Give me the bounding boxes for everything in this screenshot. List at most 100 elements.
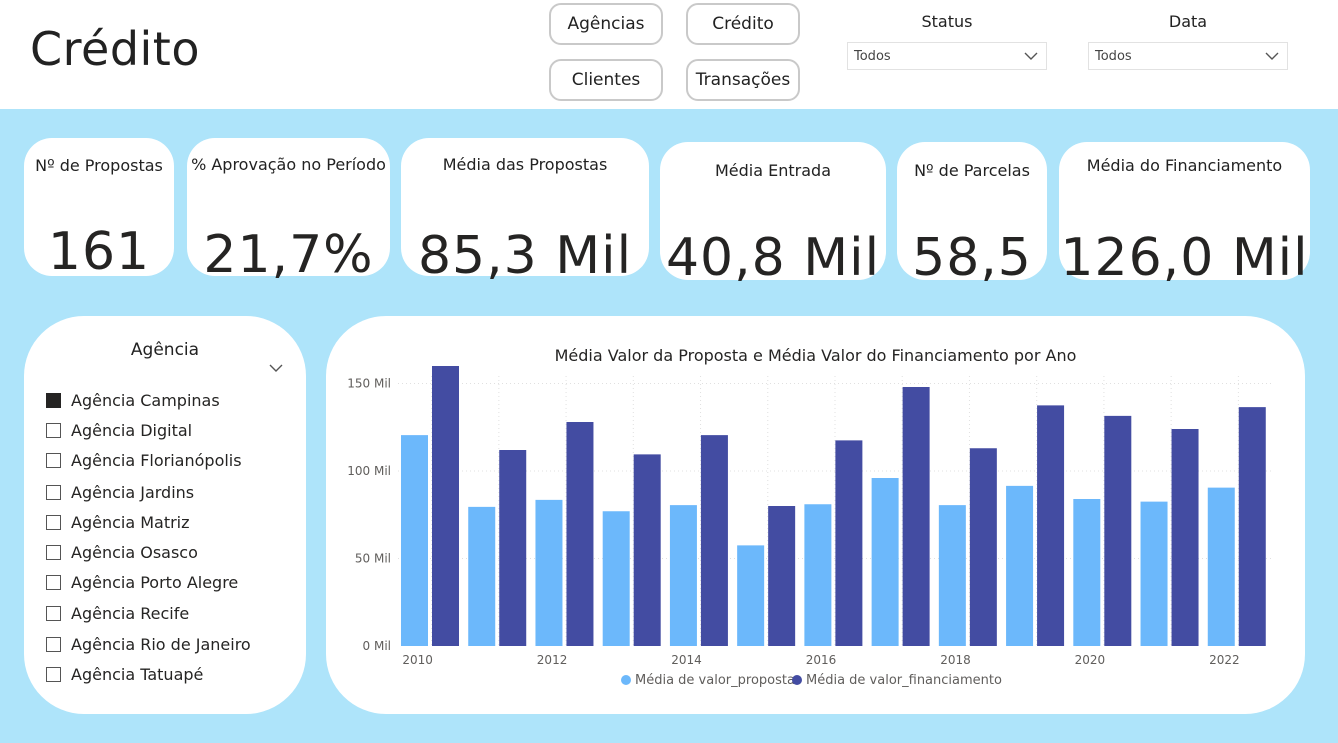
nav-button-transacoes[interactable]: Transações <box>686 59 800 101</box>
bar-proposta <box>804 504 832 646</box>
bar-proposta <box>871 478 899 646</box>
kpi-value: 40,8 Mil <box>665 228 881 288</box>
kpi-value: 85,3 Mil <box>417 226 633 286</box>
data-filter-label: Data <box>1168 12 1208 31</box>
bar-proposta <box>938 505 966 646</box>
x-tick-label: 2016 <box>806 653 837 667</box>
bar-financiamento <box>902 387 930 646</box>
agency-slicer-item[interactable]: Agência Jardins <box>46 480 194 504</box>
agency-slicer-item[interactable]: Agência Digital <box>46 418 192 442</box>
agency-slicer-item[interactable]: Agência Osasco <box>46 540 198 564</box>
bar-proposta <box>1140 501 1168 646</box>
legend-label: Média de valor_proposta <box>635 673 795 688</box>
kpi-label: Média das Propostas <box>442 155 608 174</box>
kpi-label: Nº de Propostas <box>35 156 163 175</box>
agency-slicer-item-label: Agência Jardins <box>71 482 195 502</box>
report-header: Crédito Agências Crédito Clientes Transa… <box>0 0 1338 109</box>
y-tick-label: 150 Mil <box>347 377 391 391</box>
kpi-card-propostas: Nº de Propostas 161 <box>24 138 174 282</box>
status-filter-value: Todos <box>854 49 891 64</box>
agency-slicer-item[interactable]: Agência Rio de Janeiro <box>46 632 251 656</box>
kpi-label: Nº de Parcelas <box>914 161 1030 180</box>
bar-financiamento <box>432 366 459 646</box>
data-filter-dropdown[interactable]: Todos <box>1088 42 1288 70</box>
data-filter-value: Todos <box>1095 49 1132 64</box>
agency-slicer-item[interactable]: Agência Matriz <box>46 510 190 534</box>
nav-button-clientes[interactable]: Clientes <box>549 59 663 101</box>
agency-slicer: Agência Agência Campinas Agência Digital A… <box>24 316 306 714</box>
bar-proposta <box>535 499 563 646</box>
status-filter-dropdown[interactable]: Todos <box>847 42 1047 70</box>
x-tick-label: 2018 <box>940 653 971 667</box>
checkbox[interactable] <box>46 452 61 468</box>
checkbox[interactable] <box>46 544 61 560</box>
kpi-card-parcelas: Nº de Parcelas 58,5 <box>897 142 1047 288</box>
x-tick-label: 2010 <box>402 653 433 667</box>
agency-slicer-title: Agência <box>130 340 200 360</box>
agency-slicer-item-label: Agência Matriz <box>71 512 190 532</box>
bar-chart: 0 Mil 50 Mil 100 Mil 150 Mil 2010 2012 2014 201… <box>347 366 1272 688</box>
bar-financiamento <box>835 440 863 646</box>
chevron-down-icon <box>1265 52 1279 60</box>
report-canvas: Nº de Propostas 161 % Aprovação no Perío… <box>0 109 1338 743</box>
checkbox[interactable] <box>46 574 61 590</box>
kpi-label: Média Entrada <box>714 161 831 180</box>
bar-proposta <box>1207 487 1235 646</box>
x-tick-label: 2014 <box>671 653 702 667</box>
bar-financiamento <box>700 435 728 646</box>
agency-slicer-item-label: Agência Porto Alegre <box>71 572 239 592</box>
y-tick-label: 50 Mil <box>355 552 391 566</box>
checkbox[interactable] <box>46 605 61 621</box>
bar-financiamento <box>1037 405 1065 646</box>
bar-financiamento <box>969 448 997 646</box>
bar-financiamento <box>499 450 527 646</box>
legend-marker <box>621 675 631 685</box>
status-filter-label: Status <box>921 12 973 31</box>
page-title: Crédito <box>30 22 200 76</box>
nav-button-agencias[interactable]: Agências <box>549 3 663 45</box>
bar-proposta <box>1006 485 1034 646</box>
agency-slicer-item-label: Agência Campinas <box>71 390 220 410</box>
agency-slicer-item-label: Agência Osasco <box>71 542 198 562</box>
x-tick-label: 2012 <box>537 653 568 667</box>
checkbox[interactable] <box>46 422 61 438</box>
kpi-value: 161 <box>47 222 151 282</box>
bar-financiamento <box>1104 415 1132 646</box>
agency-slicer-item[interactable]: Agência Porto Alegre <box>46 570 238 594</box>
kpi-label: Média do Financiamento <box>1086 156 1283 175</box>
agency-slicer-item[interactable]: Agência Tatuapé <box>46 662 203 686</box>
bar-financiamento <box>1171 429 1199 646</box>
kpi-card-media-entrada: Média Entrada 40,8 Mil <box>660 142 886 288</box>
chevron-down-icon[interactable] <box>268 362 284 374</box>
agency-slicer-item[interactable]: Agência Campinas <box>46 388 220 412</box>
checkbox[interactable] <box>46 514 61 530</box>
checkbox[interactable] <box>46 392 61 408</box>
bar-financiamento <box>768 506 796 646</box>
kpi-label: % Aprovação no Período <box>191 155 386 174</box>
kpi-card-media-financiamento: Média do Financiamento 126,0 Mil <box>1059 142 1310 288</box>
chevron-down-icon <box>1024 52 1038 60</box>
agency-slicer-item[interactable]: Agência Recife <box>46 601 189 625</box>
y-tick-label: 0 Mil <box>363 639 391 653</box>
agency-slicer-item-label: Agência Rio de Janeiro <box>71 634 251 654</box>
x-tick-label: 2020 <box>1075 653 1106 667</box>
bar-proposta <box>737 545 765 646</box>
bar-proposta <box>669 505 697 646</box>
checkbox[interactable] <box>46 484 61 500</box>
kpi-value: 21,7% <box>203 225 374 285</box>
agency-slicer-item-label: Agência Florianópolis <box>71 450 242 470</box>
bar-proposta <box>468 506 496 646</box>
bar-financiamento <box>566 422 594 646</box>
x-tick-label: 2022 <box>1209 653 1240 667</box>
checkbox[interactable] <box>46 636 61 652</box>
legend-label: Média de valor_financiamento <box>806 673 1002 688</box>
agency-slicer-item[interactable]: Agência Florianópolis <box>46 448 242 472</box>
bar-proposta <box>602 511 630 646</box>
bar-financiamento <box>633 454 661 646</box>
bar-chart-panel: Média Valor da Proposta e Média Valor do… <box>326 316 1305 714</box>
legend-marker <box>792 675 802 685</box>
agency-slicer-item-label: Agência Digital <box>71 420 193 440</box>
checkbox[interactable] <box>46 666 61 682</box>
nav-button-credito[interactable]: Crédito <box>686 3 800 45</box>
kpi-value: 58,5 <box>912 228 1032 288</box>
